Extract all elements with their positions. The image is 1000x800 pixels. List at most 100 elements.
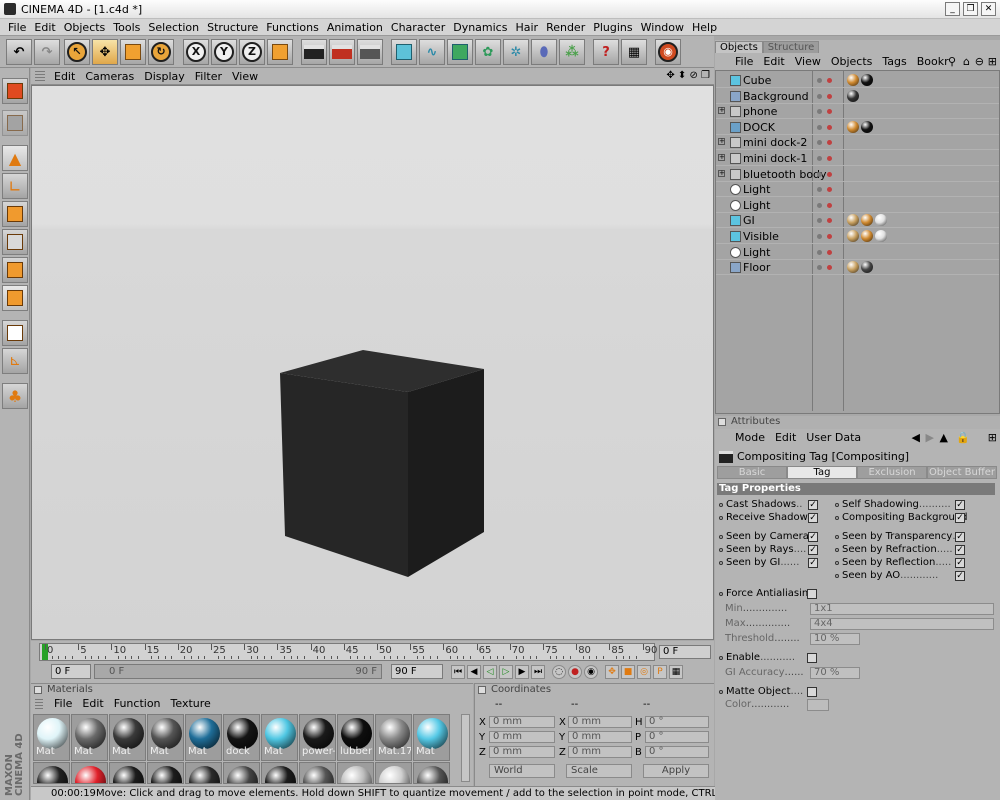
current-frame-field[interactable]: 0 F bbox=[659, 645, 711, 659]
objects-menu-objects[interactable]: Objects bbox=[826, 55, 878, 68]
object-tag-icon[interactable] bbox=[861, 214, 873, 227]
menu-objects[interactable]: Objects bbox=[60, 21, 110, 34]
position-z-field[interactable]: 0 mm bbox=[489, 746, 555, 758]
animation-dot-icon[interactable] bbox=[719, 591, 723, 596]
material-swatch[interactable] bbox=[261, 762, 298, 784]
render-visibility-dot[interactable] bbox=[827, 265, 832, 271]
object-name[interactable]: bluetooth body bbox=[743, 168, 827, 181]
object-row[interactable]: + bluetooth body bbox=[716, 167, 999, 182]
object-row[interactable]: GI bbox=[716, 213, 999, 229]
menu-tools[interactable]: Tools bbox=[109, 21, 144, 34]
attr-left-1-checkbox[interactable]: ✓ bbox=[808, 513, 818, 523]
object-tag-icon[interactable] bbox=[875, 230, 887, 242]
workplane-button[interactable]: ⊾ bbox=[2, 348, 28, 374]
max-samples-field[interactable]: 4x4 bbox=[810, 618, 994, 630]
home-icon[interactable]: ⌂ bbox=[963, 55, 970, 68]
panel-checkbox[interactable] bbox=[478, 686, 486, 694]
menu-edit[interactable]: Edit bbox=[30, 21, 59, 34]
object-name[interactable]: Light bbox=[743, 183, 770, 196]
rotation-b-field[interactable]: 0 ° bbox=[645, 746, 709, 758]
object-row[interactable]: Background bbox=[716, 89, 999, 104]
color-swatch[interactable] bbox=[807, 699, 829, 711]
object-tag-icon[interactable] bbox=[861, 261, 873, 274]
animation-dot-icon[interactable] bbox=[835, 560, 839, 565]
render-visibility-dot[interactable] bbox=[827, 234, 832, 239]
object-tag-icon[interactable] bbox=[847, 230, 859, 242]
world-dropdown[interactable]: World bbox=[489, 764, 555, 778]
object-name[interactable]: Light bbox=[743, 246, 770, 259]
add-particles-button[interactable]: ⁂ bbox=[559, 39, 585, 65]
attr-right-5-checkbox[interactable]: ✓ bbox=[955, 571, 965, 581]
tab-structure[interactable]: Structure bbox=[762, 41, 820, 53]
object-row[interactable]: Light bbox=[716, 198, 999, 213]
animation-dot-icon[interactable] bbox=[719, 689, 723, 694]
play-button[interactable]: ▷ bbox=[499, 665, 513, 679]
material-swatch[interactable] bbox=[185, 762, 222, 784]
viewport-menu-filter[interactable]: Filter bbox=[190, 70, 227, 83]
up-arrow-icon[interactable]: ▲ bbox=[940, 431, 948, 444]
object-tag-icon[interactable] bbox=[847, 74, 859, 86]
add-spline-button[interactable]: ∿ bbox=[419, 39, 445, 65]
menu-dynamics[interactable]: Dynamics bbox=[449, 21, 511, 34]
object-name[interactable]: mini dock-2 bbox=[743, 136, 807, 149]
animation-dot-icon[interactable] bbox=[719, 655, 723, 660]
attr-left-4-checkbox[interactable]: ✓ bbox=[808, 558, 818, 568]
object-tag-icon[interactable] bbox=[875, 214, 887, 227]
objects-menu-tags[interactable]: Tags bbox=[877, 55, 911, 68]
undo-button[interactable]: ↶ bbox=[6, 39, 32, 65]
timeline-ruler[interactable]: 0 5 10 15 20 25 30 35 40 45 50 55 60 65 70 75 80 85 90 bbox=[39, 643, 657, 661]
new-window-icon[interactable]: ⊞ bbox=[988, 55, 997, 68]
object-tag-icon[interactable] bbox=[847, 214, 859, 227]
panel-checkbox[interactable] bbox=[718, 418, 726, 426]
material-swatch[interactable]: Mat.17 bbox=[375, 714, 412, 761]
points-mode-button[interactable] bbox=[2, 201, 28, 227]
render-region-button[interactable] bbox=[329, 39, 355, 65]
rotation-p-field[interactable]: 0 ° bbox=[645, 731, 709, 743]
editor-visibility-dot[interactable] bbox=[817, 265, 822, 271]
forward-arrow-icon[interactable]: ▶ bbox=[926, 431, 934, 444]
attributes-menu-mode[interactable]: Mode bbox=[715, 431, 770, 444]
render-settings-button[interactable] bbox=[357, 39, 383, 65]
material-swatch[interactable]: lubber bbox=[337, 714, 374, 761]
gi-enable-checkbox[interactable] bbox=[807, 653, 817, 663]
menu-structure[interactable]: Structure bbox=[203, 21, 262, 34]
object-row[interactable]: Floor bbox=[716, 260, 999, 276]
object-name[interactable]: Cube bbox=[743, 74, 771, 87]
y-axis-button[interactable]: Y bbox=[211, 39, 237, 65]
menu-file[interactable]: File bbox=[4, 21, 30, 34]
editor-visibility-dot[interactable] bbox=[817, 109, 822, 115]
object-name[interactable]: Visible bbox=[743, 230, 779, 243]
rotation-h-field[interactable]: 0 ° bbox=[645, 716, 709, 728]
menu-window[interactable]: Window bbox=[637, 21, 688, 34]
viewport-menu-view[interactable]: View bbox=[227, 70, 263, 83]
panel-checkbox[interactable] bbox=[34, 686, 42, 694]
editor-visibility-dot[interactable] bbox=[817, 187, 822, 193]
menu-character[interactable]: Character bbox=[387, 21, 449, 34]
material-swatch[interactable] bbox=[33, 762, 70, 784]
matte-object-checkbox[interactable] bbox=[807, 687, 817, 697]
animation-dot-icon[interactable] bbox=[835, 573, 839, 578]
material-swatch[interactable] bbox=[223, 762, 260, 784]
material-swatch[interactable] bbox=[413, 762, 450, 784]
object-name[interactable]: Background bbox=[743, 90, 809, 103]
object-name[interactable]: mini dock-1 bbox=[743, 152, 807, 165]
animation-dot-icon[interactable] bbox=[835, 515, 839, 520]
render-visibility-dot[interactable] bbox=[827, 218, 832, 224]
animation-dot-icon[interactable] bbox=[719, 515, 723, 520]
scale-tool-button[interactable] bbox=[120, 39, 146, 65]
web-button[interactable]: ◉ bbox=[655, 39, 681, 65]
attributes-menu-user-data[interactable]: User Data bbox=[801, 431, 866, 444]
object-row[interactable]: Cube bbox=[716, 73, 999, 88]
restore-button[interactable]: ❐ bbox=[963, 2, 978, 16]
menu-hair[interactable]: Hair bbox=[511, 21, 542, 34]
editor-visibility-dot[interactable] bbox=[817, 218, 822, 224]
material-swatch[interactable]: Mat bbox=[33, 714, 70, 761]
editor-visibility-dot[interactable] bbox=[817, 124, 822, 130]
tab-objects[interactable]: Objects bbox=[715, 41, 763, 53]
live-selection-button[interactable]: ↖ bbox=[64, 39, 90, 65]
size-x-field[interactable]: 0 mm bbox=[568, 716, 632, 728]
back-arrow-icon[interactable]: ◀ bbox=[912, 431, 920, 444]
editor-visibility-dot[interactable] bbox=[817, 156, 822, 161]
help-button[interactable]: ? bbox=[593, 39, 619, 65]
object-row[interactable]: Light bbox=[716, 245, 999, 260]
